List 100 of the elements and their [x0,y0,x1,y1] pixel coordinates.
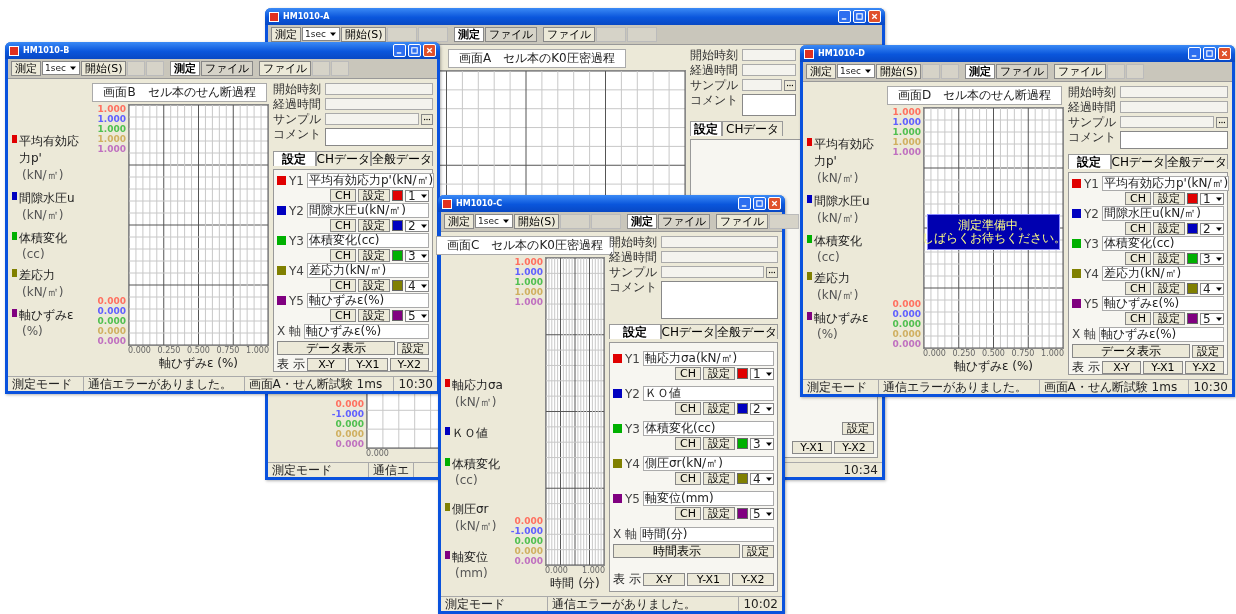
color-picker[interactable] [737,438,748,449]
number-select[interactable]: 1 [750,367,774,380]
tab[interactable]: CHデータ [315,151,371,166]
mode-toggle[interactable]: ファイル [485,27,538,42]
channel-button[interactable]: CH [1125,312,1151,325]
close-button[interactable] [868,10,881,23]
toolbar-button[interactable]: 開始(S) [80,61,127,76]
channel-button[interactable]: CH [330,249,356,262]
number-select[interactable]: 4 [405,279,429,292]
channel-name-field[interactable]: 間隙水圧u(kN/㎡) [1101,206,1224,221]
maximize-button[interactable] [753,197,766,210]
browse-button[interactable] [421,113,433,125]
channel-button[interactable]: 設定 [358,309,390,322]
mode-toggle[interactable]: ファイル [996,64,1049,79]
axis-button[interactable]: 時間表示 [613,544,740,558]
interval-select[interactable]: 1sec [475,214,513,228]
axis-button[interactable]: 設定 [397,341,429,355]
color-picker[interactable] [392,250,403,261]
channel-name-field[interactable]: 差応力(kN/㎡) [1101,266,1224,281]
number-select[interactable]: 4 [1200,282,1224,295]
tab[interactable]: 設定 [1068,154,1111,169]
number-select[interactable]: 2 [750,402,774,415]
channel-name-field[interactable]: 間隙水圧u(kN/㎡) [306,203,429,218]
tab[interactable]: 全般データ [716,324,778,339]
channel-button[interactable]: 設定 [703,367,735,380]
text-field[interactable] [1120,116,1214,128]
toolbar-button[interactable]: 測定 [444,214,474,229]
toolbar-button[interactable]: 開始(S) [875,64,922,79]
channel-name-field[interactable]: 体積変化(cc) [306,233,429,248]
toolbar-button[interactable]: 測定 [11,61,41,76]
display-button[interactable]: Y-X2 [1184,361,1224,374]
display-button[interactable]: Y-X2 [389,358,429,371]
color-picker[interactable] [737,508,748,519]
toolbar-button[interactable]: 開始(S) [340,27,387,42]
close-button[interactable] [423,44,436,57]
color-picker[interactable] [392,280,403,291]
number-select[interactable]: 4 [750,472,774,485]
text-field[interactable] [325,83,433,95]
channel-button[interactable]: 設定 [358,219,390,232]
text-field[interactable] [1120,86,1228,98]
text-field[interactable] [1120,101,1228,113]
axis-button[interactable]: データ表示 [277,341,395,355]
number-select[interactable]: 2 [405,219,429,232]
color-picker[interactable] [737,473,748,484]
channel-button[interactable]: CH [675,437,701,450]
browse-button[interactable] [784,79,796,91]
color-picker[interactable] [1187,193,1198,204]
channel-button[interactable]: CH [1125,252,1151,265]
number-select[interactable]: 5 [750,507,774,520]
number-select[interactable]: 3 [1200,252,1224,265]
tab[interactable]: 全般データ [1166,154,1228,169]
text-field[interactable] [661,266,764,278]
color-picker[interactable] [1187,253,1198,264]
display-button[interactable]: X-Y [306,358,347,371]
number-select[interactable]: 5 [1200,312,1224,325]
text-field[interactable] [325,98,433,110]
mode-toggle[interactable]: ファイル [658,214,711,229]
display-button[interactable]: Y-X1 [348,358,388,371]
color-picker[interactable] [737,368,748,379]
color-picker[interactable] [1187,283,1198,294]
comment-field[interactable] [742,94,796,116]
tab[interactable]: CHデータ [660,324,716,339]
maximize-button[interactable] [853,10,866,23]
toolbar-button[interactable]: ファイル [543,27,596,42]
text-field[interactable] [325,113,419,125]
comment-field[interactable] [661,281,778,319]
minimize-button[interactable] [738,197,751,210]
display-button[interactable]: Y-X2 [731,573,774,586]
tab[interactable]: 設定 [690,121,722,136]
interval-select[interactable]: 1sec [42,61,80,75]
mode-toggle[interactable]: 測定 [454,27,485,42]
channel-button[interactable]: 設定 [1153,252,1185,265]
channel-button[interactable]: 設定 [358,189,390,202]
channel-button[interactable]: CH [675,367,701,380]
channel-name-field[interactable]: 平均有効応力p'(kN/㎡) [1101,176,1230,191]
mode-toggle[interactable]: 測定 [965,64,996,79]
channel-button[interactable]: 設定 [358,249,390,262]
channel-button[interactable]: 設定 [703,402,735,415]
color-picker[interactable] [1187,313,1198,324]
minimize-button[interactable] [393,44,406,57]
number-select[interactable]: 1 [1200,192,1224,205]
axis-button[interactable]: データ表示 [1072,344,1190,358]
channel-name-field[interactable]: 側圧σr(kN/㎡) [642,456,774,471]
interval-select[interactable]: 1sec [302,27,340,41]
channel-name-field[interactable]: 軸応力σa(kN/㎡) [642,351,774,366]
toolbar-button[interactable]: ファイル [259,61,312,76]
channel-button[interactable]: 設定 [1153,312,1185,325]
number-select[interactable]: 1 [405,189,429,202]
interval-select[interactable]: 1sec [837,64,875,78]
close-button[interactable] [1218,47,1231,60]
color-picker[interactable] [1187,223,1198,234]
text-field[interactable] [661,236,778,248]
toolbar-button[interactable]: ファイル [716,214,769,229]
channel-button[interactable]: 設定 [358,279,390,292]
tab[interactable]: CHデータ [722,121,784,136]
toolbar-button[interactable]: 測定 [271,27,301,42]
display-button[interactable]: Y-X1 [687,573,730,586]
display-button[interactable]: Y-X1 [1143,361,1183,374]
channel-button[interactable]: 設定 [1153,282,1185,295]
text-field[interactable] [742,79,782,91]
